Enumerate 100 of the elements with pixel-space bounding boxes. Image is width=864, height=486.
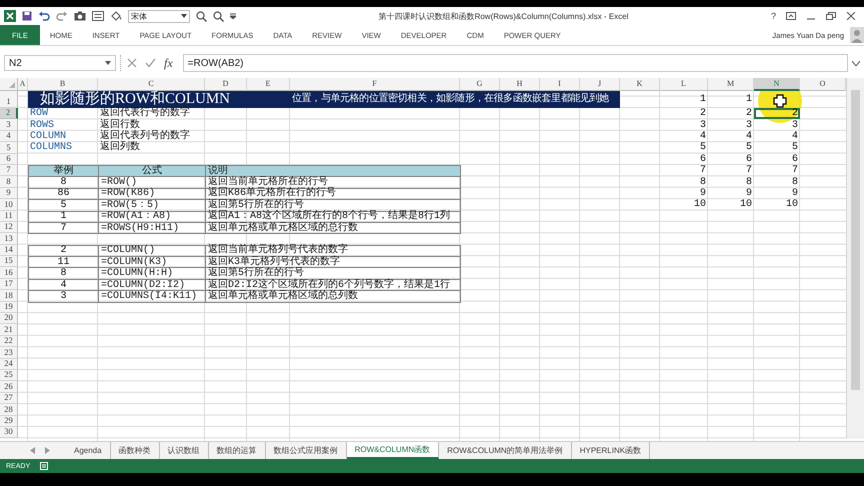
table-cell[interactable]: 6 bbox=[660, 154, 708, 165]
vertical-scrollbar[interactable] bbox=[846, 78, 864, 438]
row-header[interactable]: 4 bbox=[0, 130, 18, 142]
table-cell[interactable]: 1 bbox=[708, 91, 754, 108]
title-banner[interactable]: 如影随形的ROW和COLUMN bbox=[28, 91, 290, 108]
row-header[interactable]: 23 bbox=[0, 347, 18, 359]
row-header[interactable]: 22 bbox=[0, 336, 18, 348]
row-header[interactable]: 25 bbox=[0, 370, 18, 382]
column-header[interactable]: A bbox=[18, 78, 28, 91]
row-header[interactable]: 9 bbox=[0, 188, 18, 200]
table-cell[interactable]: 10 bbox=[708, 199, 754, 211]
table-cell[interactable]: 10 bbox=[754, 199, 800, 211]
row-header[interactable]: 12 bbox=[0, 222, 18, 234]
row-header[interactable]: 15 bbox=[0, 256, 18, 268]
row-header[interactable]: 21 bbox=[0, 324, 18, 336]
row-header[interactable]: 14 bbox=[0, 244, 18, 256]
table-cell[interactable]: =COLUMNS(I4:K11) bbox=[98, 290, 206, 303]
table-cell[interactable]: 3 bbox=[28, 290, 99, 303]
help-button[interactable]: ? bbox=[770, 11, 776, 21]
column-header[interactable]: E bbox=[247, 78, 290, 91]
table-cell[interactable]: 5 bbox=[754, 142, 800, 154]
row-header[interactable]: 6 bbox=[0, 154, 18, 165]
column-header[interactable]: N bbox=[754, 78, 800, 91]
row-header[interactable]: 1 bbox=[0, 91, 18, 108]
column-header[interactable]: B bbox=[28, 78, 98, 91]
row-header[interactable]: 27 bbox=[0, 392, 18, 404]
table-cell[interactable]: ROW bbox=[28, 108, 98, 120]
row-header[interactable]: 2 bbox=[0, 108, 18, 120]
table-cell[interactable]: 返回A1：A8这个区域所在行的8个行号，结果是8行1列 bbox=[205, 210, 461, 223]
insert-function-button[interactable]: fx bbox=[164, 56, 173, 70]
row-header[interactable]: 26 bbox=[0, 381, 18, 393]
cancel-icon[interactable] bbox=[127, 58, 137, 68]
table-cell[interactable]: COLUMN bbox=[28, 130, 98, 142]
row-header[interactable]: 30 bbox=[0, 426, 18, 438]
next-sheet-icon[interactable] bbox=[45, 447, 50, 454]
save-icon[interactable] bbox=[22, 11, 32, 21]
macro-record-icon[interactable] bbox=[40, 462, 48, 470]
table-cell[interactable]: 3 bbox=[708, 119, 754, 131]
table-cell[interactable]: 2 bbox=[708, 108, 754, 120]
sheet-tab[interactable]: 数组的运算 bbox=[208, 442, 266, 459]
column-header[interactable]: L bbox=[660, 78, 708, 91]
ribbon-display-icon[interactable] bbox=[786, 12, 796, 20]
formula-field[interactable]: =ROW(AB2) bbox=[182, 54, 848, 72]
form-icon[interactable] bbox=[92, 11, 104, 21]
table-cell[interactable]: 7 bbox=[660, 164, 708, 176]
column-header[interactable]: D bbox=[205, 78, 247, 91]
table-cell[interactable]: 返回第5行所在的行号 bbox=[205, 267, 461, 280]
table-cell[interactable]: ROWS bbox=[28, 119, 98, 131]
restore-icon[interactable] bbox=[826, 12, 836, 20]
table-cell[interactable]: 返回单元格或单元格区域的总行数 bbox=[205, 222, 461, 234]
column-header[interactable]: J bbox=[580, 78, 620, 91]
table-cell[interactable]: 2 bbox=[660, 108, 708, 120]
table-cell[interactable]: 8 bbox=[660, 176, 708, 188]
redo-icon[interactable] bbox=[56, 11, 68, 21]
table-cell[interactable]: 2 bbox=[754, 108, 800, 120]
paint-bucket-icon[interactable] bbox=[110, 11, 122, 21]
table-cell[interactable]: =ROWS(H9:H11) bbox=[98, 222, 206, 234]
sheet-tab[interactable]: 数组公式应用案例 bbox=[266, 442, 347, 459]
row-header[interactable]: 5 bbox=[0, 142, 18, 154]
scroll-thumb[interactable] bbox=[851, 90, 860, 390]
row-header[interactable]: 19 bbox=[0, 302, 18, 314]
table-cell[interactable]: 7 bbox=[708, 164, 754, 176]
table-cell[interactable]: 6 bbox=[708, 154, 754, 165]
table-cell[interactable]: 4 bbox=[708, 130, 754, 142]
table-cell[interactable]: COLUMNS bbox=[28, 142, 98, 154]
column-header[interactable]: F bbox=[290, 78, 460, 91]
table-cell[interactable]: 3 bbox=[660, 119, 708, 131]
name-box[interactable]: N2 bbox=[4, 55, 116, 71]
table-cell[interactable]: 9 bbox=[754, 188, 800, 200]
table-cell[interactable]: 2 bbox=[28, 244, 99, 258]
table-cell[interactable]: 返回单元格或单元格区域的总列数 bbox=[205, 290, 461, 303]
table-cell[interactable]: 返回列数 bbox=[98, 142, 205, 154]
row-header[interactable]: 17 bbox=[0, 278, 18, 290]
table-cell[interactable]: 5 bbox=[660, 142, 708, 154]
zoom-in-icon[interactable] bbox=[196, 10, 207, 22]
row-header[interactable]: 8 bbox=[0, 176, 18, 188]
sheet-tab[interactable]: 函数种类 bbox=[110, 442, 160, 459]
table-cell[interactable]: 6 bbox=[754, 154, 800, 165]
table-cell[interactable]: 9 bbox=[660, 188, 708, 200]
sheet-tab[interactable]: HYPERLINK函数 bbox=[572, 442, 650, 459]
column-header[interactable]: I bbox=[540, 78, 580, 91]
column-header[interactable]: C bbox=[98, 78, 205, 91]
row-header[interactable]: 18 bbox=[0, 290, 18, 302]
sheet-tab[interactable]: ROW&COLUMN函数 bbox=[346, 442, 440, 459]
row-header[interactable]: 11 bbox=[0, 210, 18, 222]
table-cell[interactable]: 7 bbox=[28, 222, 99, 234]
table-cell[interactable]: 8 bbox=[754, 176, 800, 188]
undo-icon[interactable] bbox=[38, 11, 50, 21]
row-header[interactable]: 20 bbox=[0, 313, 18, 324]
table-cell[interactable]: 1 bbox=[660, 91, 708, 108]
table-cell[interactable]: 3 bbox=[754, 119, 800, 131]
table-cell[interactable]: 返回代表行号的数字 bbox=[98, 108, 205, 120]
column-header[interactable]: G bbox=[460, 78, 500, 91]
sheet-tab[interactable]: 认识数组 bbox=[160, 442, 209, 459]
column-header[interactable]: K bbox=[620, 78, 660, 91]
table-cell[interactable]: 7 bbox=[754, 164, 800, 176]
table-cell[interactable]: 4 bbox=[660, 130, 708, 142]
zoom-out-icon[interactable] bbox=[213, 10, 224, 22]
table-cell[interactable]: 5 bbox=[708, 142, 754, 154]
row-header[interactable]: 16 bbox=[0, 267, 18, 279]
